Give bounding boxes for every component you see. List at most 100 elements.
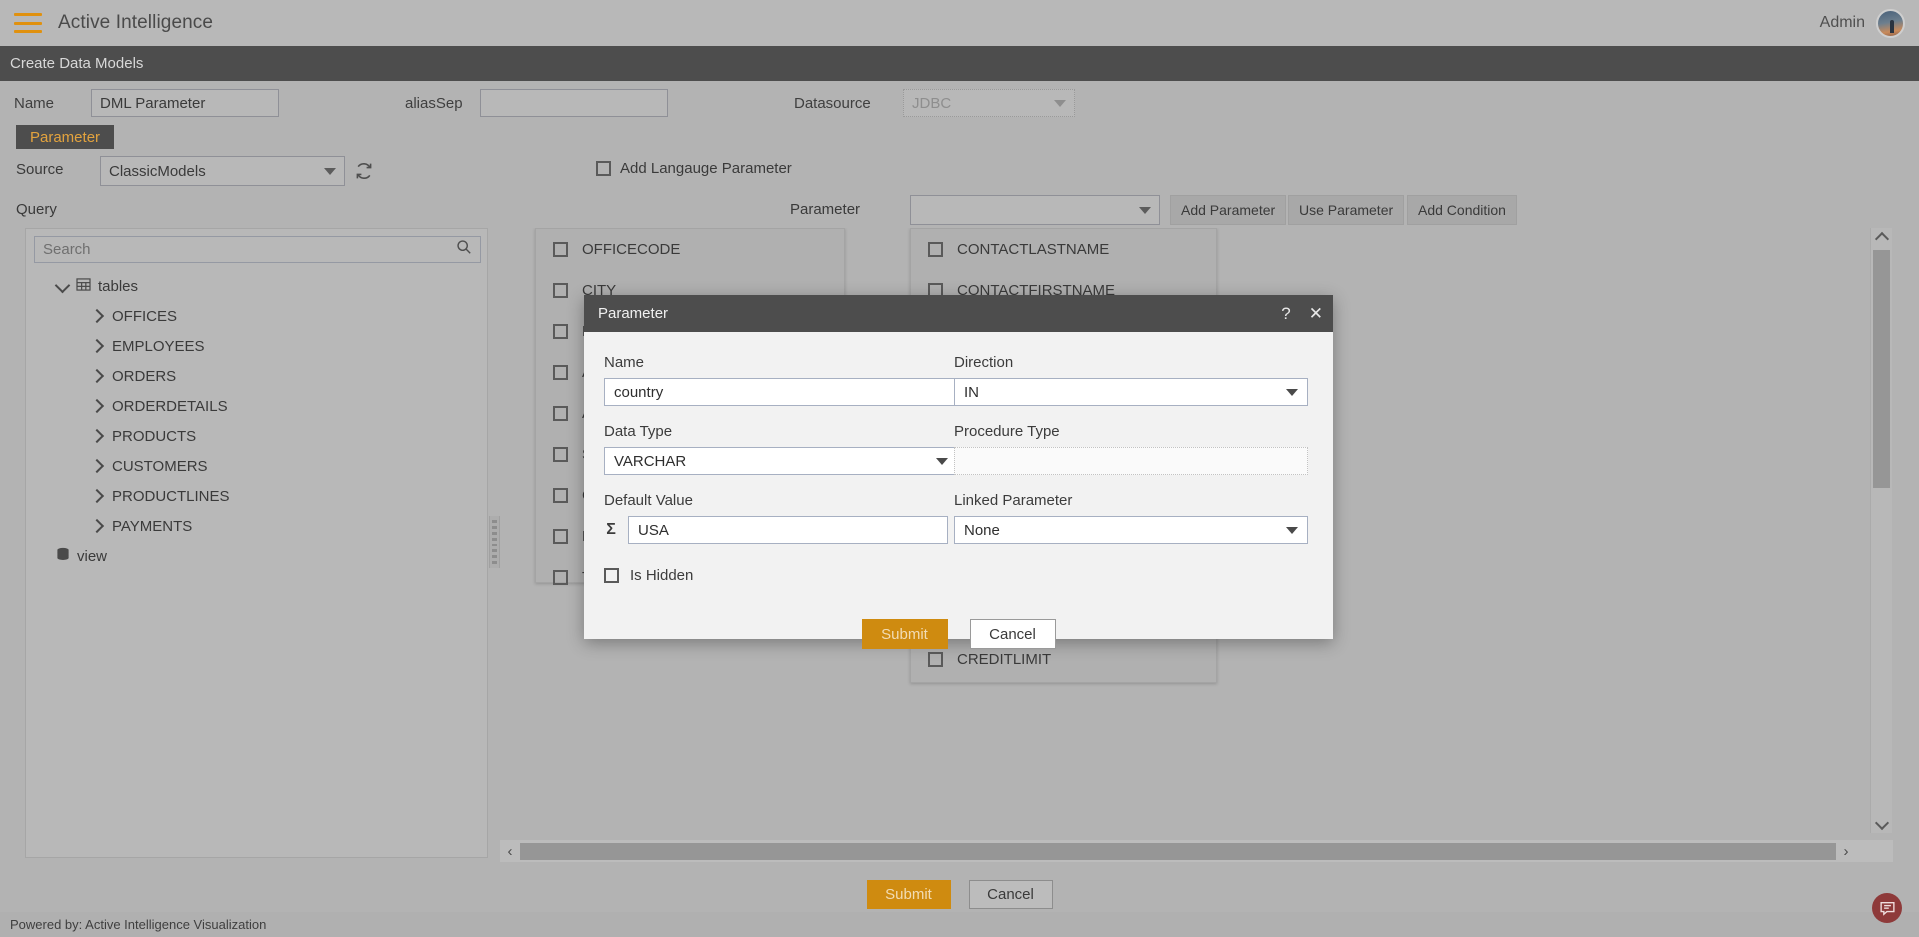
- use-parameter-button[interactable]: Use Parameter: [1288, 195, 1404, 225]
- chevron-right-icon[interactable]: [91, 431, 102, 442]
- column-checkbox[interactable]: [553, 529, 568, 544]
- search-input[interactable]: [43, 241, 456, 258]
- parameter-dialog: Parameter ? ✕ Name Direction IN Data Typ…: [584, 295, 1333, 639]
- column-checkbox[interactable]: [553, 365, 568, 380]
- dialog-cancel-button[interactable]: Cancel: [970, 619, 1056, 649]
- tree-node-table[interactable]: PAYMENTS: [26, 511, 489, 541]
- scroll-left-icon[interactable]: ‹: [500, 843, 520, 860]
- tree-node-label: PRODUCTLINES: [112, 488, 230, 505]
- tree-node-label: PAYMENTS: [112, 518, 192, 535]
- close-icon[interactable]: ✕: [1309, 305, 1323, 322]
- horizontal-scroll-thumb[interactable]: [520, 843, 1836, 860]
- horizontal-scrollbar[interactable]: ‹ ›: [500, 840, 1893, 862]
- parameter-select[interactable]: [910, 195, 1160, 225]
- column-checkbox[interactable]: [553, 242, 568, 257]
- hamburger-menu-icon[interactable]: [14, 13, 42, 33]
- column-checkbox[interactable]: [553, 488, 568, 503]
- source-select[interactable]: ClassicModels: [100, 156, 345, 186]
- data-type-select[interactable]: VARCHAR: [604, 447, 958, 475]
- default-value-input[interactable]: [628, 516, 948, 544]
- schema-tree-panel: tables OFFICESEMPLOYEES ORDERS ORDERDETAIL…: [25, 228, 488, 858]
- page-submit-button[interactable]: Submit: [867, 880, 951, 909]
- column-list-item[interactable]: OFFICECODE: [536, 229, 844, 270]
- page-title-bar: Create Data Models: [0, 46, 1919, 81]
- is-hidden-label: Is Hidden: [630, 567, 693, 584]
- scroll-right-icon[interactable]: ›: [1836, 843, 1856, 860]
- column-name-label: CREDITLIMIT: [957, 651, 1051, 668]
- tree-node-view[interactable]: view: [26, 541, 489, 571]
- chevron-right-icon[interactable]: [91, 341, 102, 352]
- tree-node-table[interactable]: EMPLOYEES: [26, 331, 489, 361]
- tree-node-label: tables: [98, 278, 138, 295]
- scroll-down-icon[interactable]: [1877, 815, 1887, 833]
- tree-node-table[interactable]: ORDERS: [26, 361, 489, 391]
- vertical-scrollbar[interactable]: [1870, 228, 1892, 833]
- column-checkbox[interactable]: [928, 652, 943, 667]
- chevron-right-icon[interactable]: [91, 371, 102, 382]
- checkbox-box: [604, 568, 619, 583]
- aliassep-input[interactable]: [480, 89, 668, 117]
- field-direction: Direction IN: [954, 354, 1308, 406]
- chat-bubble-icon[interactable]: [1872, 893, 1902, 923]
- tree-node-table[interactable]: CUSTOMERS: [26, 451, 489, 481]
- add-condition-button[interactable]: Add Condition: [1407, 195, 1517, 225]
- tree-node-table[interactable]: PRODUCTLINES: [26, 481, 489, 511]
- parameter-label: Parameter: [790, 201, 860, 218]
- data-type-field-label: Data Type: [604, 423, 958, 440]
- default-value-field-label: Default Value: [604, 492, 948, 509]
- chevron-down-icon: [1054, 100, 1066, 107]
- avatar[interactable]: [1876, 9, 1905, 38]
- page-cancel-button[interactable]: Cancel: [969, 880, 1053, 909]
- tree-node-table[interactable]: ORDERDETAILS: [26, 391, 489, 421]
- datasource-select[interactable]: JDBC: [903, 89, 1075, 117]
- chevron-down-icon[interactable]: [56, 281, 69, 292]
- chevron-right-icon[interactable]: [91, 461, 102, 472]
- add-language-parameter-checkbox[interactable]: Add Langauge Parameter: [596, 160, 792, 177]
- direction-select[interactable]: IN: [954, 378, 1308, 406]
- dialog-submit-button[interactable]: Submit: [862, 619, 948, 649]
- column-name-label: CONTACTLASTNAME: [957, 241, 1109, 258]
- dialog-body: Name Direction IN Data Type VARCHAR Proc…: [584, 332, 1333, 639]
- question-mark-icon[interactable]: ?: [1281, 305, 1290, 322]
- tree-node-tables[interactable]: tables: [26, 271, 489, 301]
- tree-node-table[interactable]: OFFICES: [26, 301, 489, 331]
- parameter-name-input[interactable]: [604, 378, 958, 406]
- search-box[interactable]: [34, 236, 481, 263]
- column-checkbox[interactable]: [553, 324, 568, 339]
- chevron-right-icon[interactable]: [91, 311, 102, 322]
- chevron-right-icon[interactable]: [91, 401, 102, 412]
- user-label[interactable]: Admin: [1820, 14, 1865, 32]
- tree-children: OFFICESEMPLOYEES ORDERS ORDERDETAILS PRODUC…: [26, 301, 489, 541]
- search-icon[interactable]: [456, 239, 472, 260]
- field-default-value: Default Value Σ: [604, 492, 948, 544]
- panel-splitter-handle[interactable]: [489, 516, 500, 568]
- column-checkbox[interactable]: [553, 570, 568, 585]
- tree-node-label: ORDERDETAILS: [112, 398, 228, 415]
- database-icon: [56, 547, 70, 565]
- column-checkbox[interactable]: [553, 283, 568, 298]
- chevron-right-icon[interactable]: [91, 491, 102, 502]
- refresh-icon[interactable]: [354, 161, 374, 181]
- direction-value: IN: [964, 384, 979, 401]
- column-checkbox[interactable]: [928, 242, 943, 257]
- tree-node-table[interactable]: PRODUCTS: [26, 421, 489, 451]
- checkbox-box: [596, 161, 611, 176]
- scroll-up-icon[interactable]: [1877, 228, 1887, 246]
- column-checkbox[interactable]: [553, 406, 568, 421]
- datasource-label: Datasource: [794, 95, 871, 112]
- vertical-scroll-thumb[interactable]: [1873, 250, 1890, 488]
- tab-strip: Parameter: [0, 125, 1919, 149]
- add-parameter-button[interactable]: Add Parameter: [1170, 195, 1286, 225]
- dialog-actions: Submit Cancel: [584, 619, 1333, 649]
- sigma-icon[interactable]: Σ: [604, 521, 618, 539]
- is-hidden-checkbox[interactable]: Is Hidden: [604, 567, 693, 584]
- procedure-type-input[interactable]: [954, 447, 1308, 475]
- chevron-right-icon[interactable]: [91, 521, 102, 532]
- column-list-item[interactable]: CONTACTLASTNAME: [911, 229, 1216, 270]
- name-input[interactable]: [91, 89, 279, 117]
- linked-parameter-select[interactable]: None: [954, 516, 1308, 544]
- tree-node-label: ORDERS: [112, 368, 176, 385]
- column-checkbox[interactable]: [553, 447, 568, 462]
- column-name-label: OFFICECODE: [582, 241, 680, 258]
- tab-parameter[interactable]: Parameter: [16, 125, 114, 149]
